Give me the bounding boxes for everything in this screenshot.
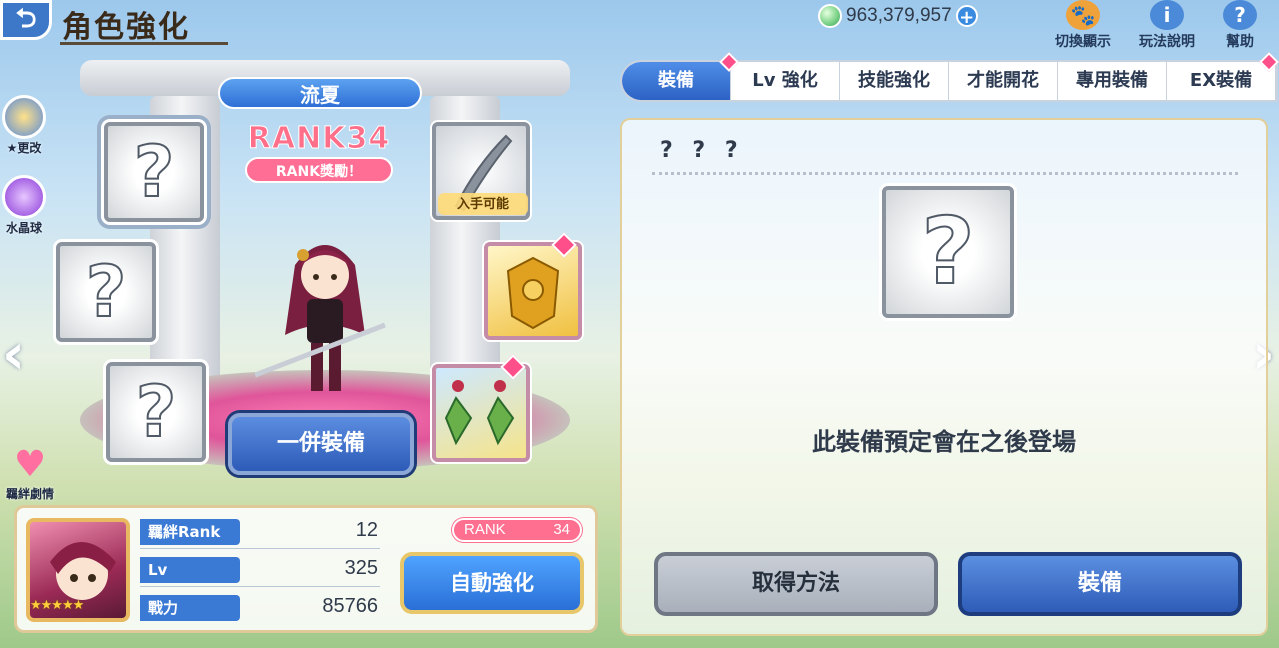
character-name: 流夏 bbox=[218, 77, 422, 109]
toggle-display-label: 切換顯示 bbox=[1055, 34, 1111, 50]
crystal-ball-icon bbox=[2, 175, 46, 219]
level-value: 325 bbox=[344, 557, 378, 579]
page-title: 角色強化 bbox=[62, 10, 190, 45]
power-label: 戰力 bbox=[140, 595, 240, 621]
equip-slot-1[interactable]: ? bbox=[104, 122, 204, 222]
rank-badge-value: 34 bbox=[553, 521, 570, 538]
crystal-ball-label: 水晶球 bbox=[5, 221, 42, 235]
heart-icon: ♥ bbox=[13, 444, 47, 485]
enhance-tabs: 裝備 Lv 強化 技能強化 才能開花 專用裝備 EX裝備 bbox=[620, 60, 1278, 102]
tab-equipment[interactable]: 裝備 bbox=[622, 62, 731, 100]
bond-rank-value: 12 bbox=[355, 519, 378, 541]
add-currency-button[interactable]: + bbox=[955, 5, 978, 28]
bond-story-label: 羈絆劇情 bbox=[5, 487, 54, 501]
level-label: Lv bbox=[140, 557, 240, 583]
currency-display: 963,379,957 + bbox=[818, 3, 978, 29]
auto-enhance-button[interactable]: 自動強化 bbox=[400, 552, 584, 614]
obtainable-label: 入手可能 bbox=[438, 193, 528, 215]
rules-label: 玩法說明 bbox=[1139, 34, 1195, 50]
character-sprite[interactable] bbox=[255, 225, 395, 400]
tab-unique-equipment[interactable]: 專用裝備 bbox=[1058, 62, 1167, 100]
equip-all-button[interactable]: 一併裝備 bbox=[228, 413, 414, 475]
selected-equipment-slot: ? bbox=[882, 186, 1014, 318]
rules-button[interactable]: i 玩法說明 bbox=[1127, 0, 1207, 51]
info-icon: i bbox=[1150, 0, 1184, 30]
unknown-equipment-icon: ? bbox=[85, 251, 128, 333]
crystal-ball-button[interactable]: 水晶球 bbox=[0, 175, 48, 236]
divider bbox=[140, 548, 380, 549]
power-value: 85766 bbox=[322, 595, 378, 617]
help-label: 幫助 bbox=[1226, 34, 1254, 50]
equip-slot-3[interactable]: ? bbox=[56, 242, 156, 342]
jewel-icon bbox=[818, 4, 842, 28]
rank-reward-button[interactable]: RANK獎勵！ bbox=[245, 157, 393, 183]
divider bbox=[140, 586, 380, 587]
unknown-equipment-icon: ? bbox=[133, 131, 176, 213]
rank-badge: RANK 34 bbox=[452, 518, 582, 542]
prev-character-arrow-icon[interactable]: ‹ bbox=[2, 325, 32, 385]
dotted-divider bbox=[652, 172, 1238, 175]
back-button[interactable]: ⮌ bbox=[0, 0, 52, 40]
rank-title: RANK34 bbox=[247, 121, 391, 157]
coming-soon-message: 此裝備預定會在之後登場 bbox=[812, 428, 1076, 456]
tab-ex-equipment[interactable]: EX裝備 bbox=[1167, 62, 1276, 100]
title-underline bbox=[60, 42, 228, 45]
star-icon bbox=[2, 95, 46, 139]
tab-talent[interactable]: 才能開花 bbox=[949, 62, 1058, 100]
tab-level-up[interactable]: Lv 強化 bbox=[731, 62, 840, 100]
star-change-label: ★更改 bbox=[6, 141, 42, 155]
bond-story-button[interactable]: ♥ 羈絆劇情 bbox=[0, 445, 60, 502]
cat-icon: 🐾 bbox=[1066, 0, 1100, 30]
equipment-name: ? ? ? bbox=[660, 138, 744, 163]
rank-badge-label: RANK bbox=[464, 521, 506, 538]
gold-armor-icon bbox=[506, 256, 560, 330]
equip-slot-4[interactable] bbox=[484, 242, 582, 340]
help-button[interactable]: ? 幫助 bbox=[1210, 0, 1270, 51]
unknown-equipment-icon: ? bbox=[135, 371, 178, 453]
star-change-button[interactable]: ★更改 bbox=[0, 95, 48, 156]
rarity-stars: ★★★★★ bbox=[30, 598, 84, 613]
equip-slot-5[interactable]: ? bbox=[106, 362, 206, 462]
tab-skill[interactable]: 技能強化 bbox=[840, 62, 949, 100]
unknown-equipment-icon: ? bbox=[920, 198, 975, 305]
back-arrow-icon: ⮌ bbox=[15, 4, 37, 34]
bond-rank-label: 羈絆Rank bbox=[140, 519, 240, 545]
toggle-display-button[interactable]: 🐾 切換顯示 bbox=[1043, 0, 1123, 51]
question-icon: ? bbox=[1223, 0, 1257, 30]
equip-button[interactable]: 裝備 bbox=[958, 552, 1242, 616]
acquire-method-button[interactable]: 取得方法 bbox=[654, 552, 938, 616]
equip-slot-6[interactable] bbox=[432, 364, 530, 462]
currency-value: 963,379,957 bbox=[846, 5, 952, 26]
earring-icon bbox=[444, 380, 515, 446]
